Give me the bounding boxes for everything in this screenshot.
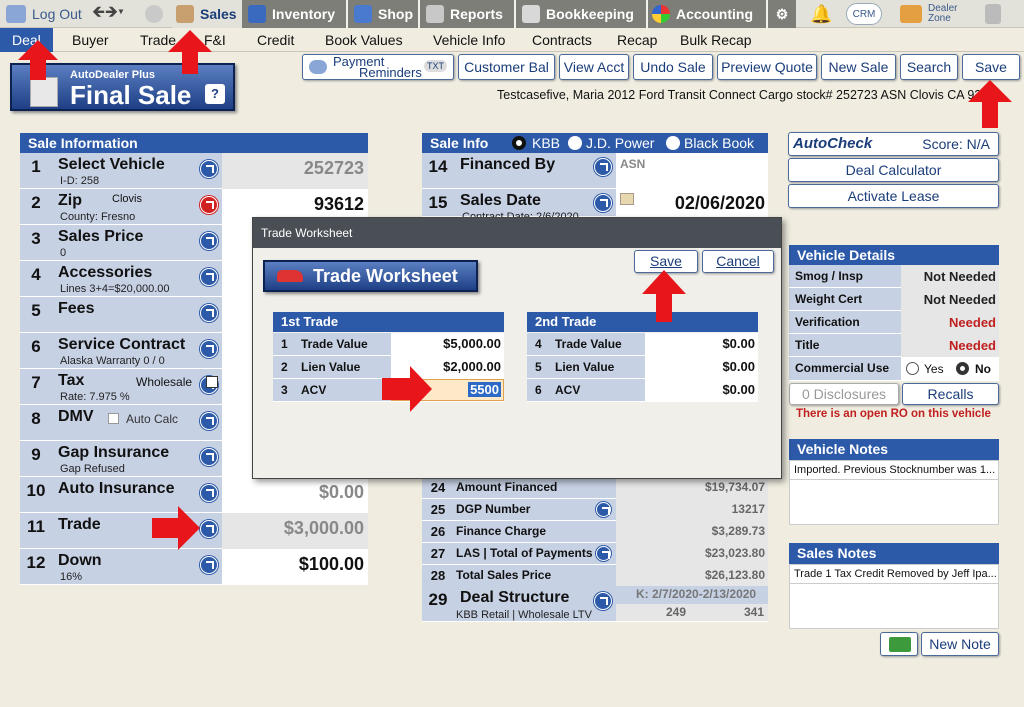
arrow-acv (382, 366, 432, 412)
arrow-save (968, 80, 1012, 128)
arrow-sales (168, 30, 212, 74)
arrow-trade (152, 506, 200, 550)
annotation-arrows (18, 30, 1012, 550)
arrow-dialog-save (642, 270, 686, 322)
arrow-deal (18, 40, 58, 80)
